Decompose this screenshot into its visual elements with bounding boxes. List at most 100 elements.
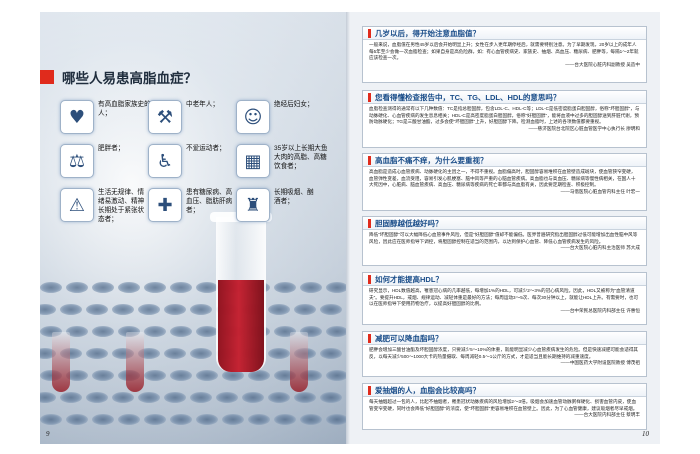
plate-well: [66, 282, 88, 293]
qa-section: 高血脂不痛不痒，为什么要重视？ 高血脂是造成心血管疾病、动脉硬化的主因之一，不得…: [362, 153, 647, 211]
scale-icon: ⚖: [60, 144, 94, 178]
plate-well: [92, 326, 114, 337]
heading-marker: [368, 274, 371, 284]
risk-group-label: 患有糖尿病、高血压、脂肪肝病者；: [186, 189, 233, 214]
plate-well: [196, 414, 218, 425]
sample-vial: [290, 332, 308, 392]
risk-group: ✚ 患有糖尿病、高血压、脂肪肝病者；: [148, 188, 243, 222]
qa-section: 您看得懂检查报告中，TC、TG、LDL、HDL的意思吗？ 血脂检查测得的通常有以…: [362, 90, 647, 148]
title-marker: [40, 70, 54, 84]
woman-icon: ☺: [236, 100, 270, 134]
section-heading-text: 高血脂不痛不痒，为什么要重视？: [375, 155, 488, 165]
left-page: 哪些人易患高脂血症？ ♥ 有高血脂家族史的人； ⚒ 中老年人； ☺ 绝经后妇女；…: [40, 12, 346, 444]
plate-well: [40, 392, 56, 403]
plate-well: [268, 348, 290, 359]
page-number: 9: [46, 430, 50, 438]
plate-well: [86, 392, 108, 403]
section-source: ——马偕医院心脏血管内科主任 叶宏一: [560, 188, 640, 194]
risk-group: ☺ 绝经后妇女；: [236, 100, 331, 134]
plate-well: [144, 414, 166, 425]
section-text: 血脂检查测得的通常有以下几种数值：TC是指总胆固醇，包含LDL-C、HDL-C等…: [369, 106, 640, 125]
plate-well: [300, 414, 322, 425]
plate-well: [196, 370, 218, 381]
brochure-spread: 哪些人易患高脂血症？ ♥ 有高血脂家族史的人； ⚒ 中老年人； ☺ 绝经后妇女；…: [0, 0, 700, 454]
section-heading: 减肥可以降血脂吗？: [363, 332, 646, 345]
section-source: ——台大医院心脏内科主治医师 苏大成: [560, 245, 640, 251]
plate-well: [326, 370, 346, 381]
plate-well: [118, 414, 140, 425]
plate-well: [248, 414, 270, 425]
plate-well: [112, 304, 134, 315]
left-title-bar: 哪些人易患高脂血症？: [40, 67, 346, 89]
plate-well: [190, 392, 212, 403]
qa-section: 减肥可以降血脂吗？ 肥胖会增加三酸甘油酯及坏胆固醇浓度，只要减少5～10%的体重…: [362, 331, 647, 377]
heading-marker: [368, 385, 371, 395]
section-heading-text: 几岁以后，得开始注意血脂值？: [375, 28, 480, 38]
section-heading: 高血脂不痛不痒，为什么要重视？: [363, 154, 646, 167]
plate-well: [138, 392, 160, 403]
qa-section: 胆固醇越低越好吗？ 降低"坏胆固醇"可以大幅降低心血管事件风险，但是"好胆固醇"…: [362, 216, 647, 266]
plate-well: [92, 282, 114, 293]
risk-group-label: 35岁以上长期大鱼大肉的高脂、高糖饮食者；: [274, 145, 328, 170]
plate-well: [326, 326, 346, 337]
hospital-icon: ✚: [148, 188, 182, 222]
calendar-icon: ▦: [236, 144, 270, 178]
section-heading-text: 如何才能提高HDL？: [375, 274, 443, 284]
section-body: 降低"坏胆固醇"可以大幅降低心血管事件风险，但是"好胆固醇"值却不能偏低。医界普…: [363, 230, 646, 254]
plate-well: [144, 326, 166, 337]
section-text: 高血脂是造成心血管疾病、动脉硬化的主因之一，不得不重视。血脂偏高时，胆固醇容易堆…: [369, 169, 636, 188]
section-heading: 您看得懂检查报告中，TC、TG、LDL、HDL的意思吗？: [363, 91, 646, 104]
section-text: 肥胖会增加三酸甘油酯及坏胆固醇浓度，只要减少5～10%的体重，就能明显减少心血管…: [369, 347, 639, 359]
plate-well: [40, 414, 62, 425]
worker-icon: ⚒: [148, 100, 182, 134]
section-source: ——台大医院内科部主任 蔡明丰: [574, 412, 640, 418]
page-title: 哪些人易患高脂血症？: [62, 71, 197, 86]
plate-well: [216, 392, 238, 403]
qa-section: 爱抽烟的人，血脂会比较高吗？ 每天抽烟超过一包的人，比起不抽烟者，罹患冠状动脉疾…: [362, 383, 647, 430]
heading-marker: [368, 28, 371, 38]
section-body: 血脂检查测得的通常有以下几种数值：TC是指总胆固醇，包含LDL-C、HDL-C等…: [363, 104, 646, 134]
section-heading: 爱抽烟的人，血脂会比较高吗？: [363, 384, 646, 397]
section-body: 高血脂是造成心血管疾病、动脉硬化的主因之一，不得不重视。血脂偏高时，胆固醇容易堆…: [363, 167, 646, 197]
plate-well: [92, 414, 114, 425]
sample-vial: [52, 332, 70, 392]
risk-group: ⚠ 生活无规律、情绪易激动、精神长期处于紧张状态者；: [60, 188, 155, 224]
section-text: 一般来说，血脂值在男性45岁以后会开始明显上升；女性在步入更年期停经后，就需要特…: [369, 42, 639, 61]
qa-section: 几岁以后，得开始注意血脂值？ 一般来说，血脂值在男性45岁以后会开始明显上升；女…: [362, 26, 647, 83]
plate-well: [170, 370, 192, 381]
section-heading-text: 爱抽烟的人，血脂会比较高吗？: [375, 385, 480, 395]
right-page: 几岁以后，得开始注意血脂值？ 一般来说，血脂值在男性45岁以后会开始明显上升；女…: [350, 12, 660, 444]
heart-icon: ♥: [60, 100, 94, 134]
risk-group: ⚖ 肥胖者；: [60, 144, 155, 178]
section-heading: 胆固醇越低越好吗？: [363, 217, 646, 230]
section-body: 肥胖会增加三酸甘油酯及坏胆固醇浓度，只要减少5～10%的体重，就能明显减少心血管…: [363, 345, 646, 369]
plate-well: [112, 392, 134, 403]
heading-marker: [368, 333, 371, 343]
plate-well: [320, 304, 342, 315]
plate-well: [164, 348, 186, 359]
plate-well: [170, 282, 192, 293]
plate-well: [222, 414, 244, 425]
section-body: 一般来说，血脂值在男性45岁以后会开始明显上升；女性在步入更年期停经后，就需要特…: [363, 40, 646, 70]
qa-section: 如何才能提高HDL？ 研究显示，HDL数值越高，罹患冠心病的几率越低，每增加1%…: [362, 272, 647, 325]
plate-well: [66, 414, 88, 425]
risk-group: ♿ 不爱运动者；: [148, 144, 243, 178]
risk-group-label: 有高血脂家族史的人；: [98, 101, 151, 117]
plate-well: [196, 282, 218, 293]
plate-well: [326, 414, 346, 425]
plate-well: [274, 282, 296, 293]
bottles-icon: ♜: [236, 188, 270, 222]
page-number: 10: [642, 430, 649, 438]
section-heading-text: 您看得懂检查报告中，TC、TG、LDL、HDL的意思吗？: [375, 92, 561, 102]
sample-vial: [126, 332, 144, 392]
lifestyle-icon: ⚠: [60, 188, 94, 222]
plate-well: [60, 392, 82, 403]
plate-well: [320, 348, 342, 359]
section-text: 每天抽烟超过一包的人，比起不抽烟者，罹患冠状动脉疾病的风险增加2～3倍。吸烟会加…: [369, 399, 638, 411]
risk-group: ♥ 有高血脂家族史的人；: [60, 100, 155, 134]
plate-well: [40, 304, 56, 315]
plate-well: [86, 304, 108, 315]
plate-well: [40, 282, 62, 293]
plate-well: [294, 304, 316, 315]
risk-group: ▦ 35岁以上长期大鱼大肉的高脂、高糖饮食者；: [236, 144, 336, 178]
